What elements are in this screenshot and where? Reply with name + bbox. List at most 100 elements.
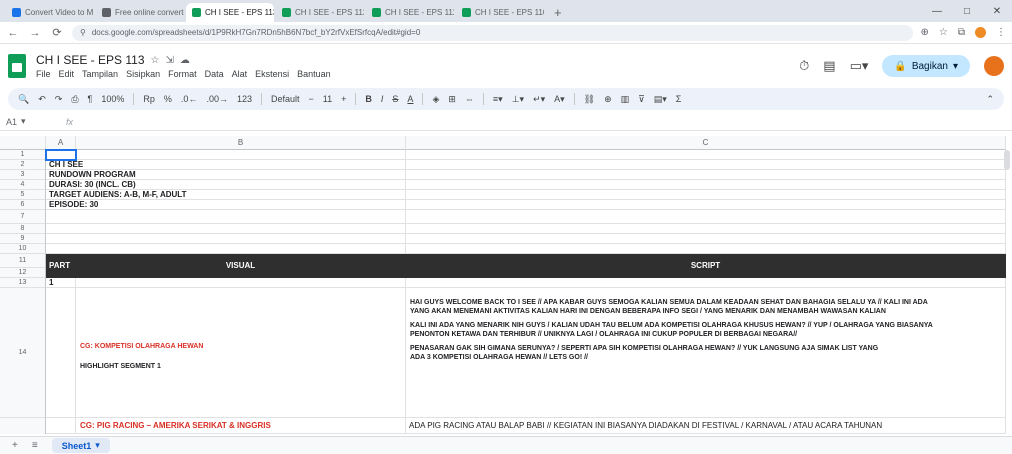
percent-button[interactable]: % — [164, 94, 172, 104]
header-script[interactable]: SCRIPT — [406, 254, 1006, 278]
text-rotation-icon[interactable]: A▾ — [554, 94, 565, 105]
number-format-button[interactable]: 123 — [237, 94, 252, 104]
vertical-align-icon[interactable]: ⊥▾ — [512, 94, 524, 105]
share-button[interactable]: 🔒 Bagikan ▾ — [882, 55, 970, 77]
cell[interactable] — [406, 278, 1006, 288]
cell[interactable] — [46, 288, 76, 418]
font-size-input[interactable]: 11 — [323, 94, 332, 104]
zoom-select[interactable]: 100% — [101, 94, 124, 104]
cg-next-label[interactable]: CG: PIG RACING – AMERIKA SERIKAT & INGGR… — [76, 418, 406, 434]
font-select[interactable]: Default — [271, 94, 300, 104]
cell[interactable] — [406, 160, 1006, 170]
formula-input[interactable] — [73, 115, 1012, 129]
strikethrough-icon[interactable]: S — [392, 94, 398, 104]
meet-icon[interactable]: ▭▾ — [850, 58, 869, 74]
avatar[interactable] — [984, 56, 1004, 76]
italic-icon[interactable]: I — [381, 94, 384, 104]
browser-tab[interactable]: Free online converter✕ — [96, 3, 184, 22]
text-wrap-icon[interactable]: ↵▾ — [533, 94, 545, 105]
cell[interactable] — [46, 418, 76, 434]
browser-tab[interactable]: CH I SEE - EPS 110✕ — [456, 3, 544, 22]
doc-title[interactable]: CH I SEE - EPS 113 — [36, 53, 145, 67]
row-number[interactable]: 2 — [0, 160, 46, 170]
undo-icon[interactable]: ↶ — [38, 94, 46, 105]
cell[interactable] — [46, 210, 406, 224]
row-number[interactable]: 1 — [0, 150, 46, 160]
insert-comment-icon[interactable]: ⊕ — [604, 94, 612, 105]
row-number[interactable]: 10 — [0, 244, 46, 254]
row-number[interactable]: 3 — [0, 170, 46, 180]
cell-part-number[interactable]: 1 — [46, 278, 76, 288]
move-folder-icon[interactable]: ⇲ — [165, 55, 173, 66]
url-field[interactable]: ⚲ docs.google.com/spreadsheets/d/1P9RkH7… — [72, 24, 913, 41]
text-color-icon[interactable]: A — [407, 94, 413, 104]
row-number[interactable]: 14 — [0, 288, 46, 418]
browser-tab[interactable]: CH I SEE - EPS 112✕ — [276, 3, 364, 22]
forward-icon[interactable]: → — [28, 27, 42, 39]
close-window-icon[interactable]: ✕ — [982, 6, 1012, 17]
row-number[interactable]: 7 — [0, 210, 46, 224]
all-sheets-button[interactable]: ≡ — [32, 440, 38, 451]
redo-icon[interactable]: ↷ — [55, 94, 63, 105]
column-header-c[interactable]: C — [406, 136, 1006, 150]
extensions-icon[interactable]: ⧉ — [958, 27, 965, 38]
cell[interactable] — [406, 170, 1006, 180]
row-number[interactable]: 11 — [0, 254, 46, 268]
cell[interactable] — [406, 224, 1006, 234]
comments-icon[interactable]: ▤ — [823, 58, 835, 74]
row-number[interactable]: 6 — [0, 200, 46, 210]
font-size-decrease-icon[interactable]: − — [309, 94, 314, 104]
cell[interactable] — [46, 224, 406, 234]
browser-tab[interactable]: CH I SEE - EPS 111✕ — [366, 3, 454, 22]
profile-icon[interactable] — [975, 27, 986, 38]
collapse-toolbar-icon[interactable]: ⌃ — [986, 94, 994, 105]
bookmark-star-icon[interactable]: ☆ — [939, 27, 948, 38]
browser-tab[interactable]: Convert Video to MP3✕ — [6, 3, 94, 22]
row-number[interactable]: 12 — [0, 268, 46, 278]
search-menus-icon[interactable]: 🔍 — [18, 94, 29, 105]
font-size-increase-icon[interactable]: + — [341, 94, 346, 104]
menu-item[interactable]: Bantuan — [297, 69, 331, 79]
header-part[interactable]: PART — [46, 254, 76, 278]
cell[interactable] — [406, 210, 1006, 224]
browser-tab[interactable]: CH I SEE - EPS 113✕ — [186, 3, 274, 22]
cell[interactable] — [46, 244, 406, 254]
currency-button[interactable]: Rp — [143, 94, 155, 104]
menu-item[interactable]: Format — [168, 69, 197, 79]
cell-rundown[interactable]: RUNDOWN PROGRAM — [46, 170, 406, 180]
cell[interactable] — [406, 190, 1006, 200]
cell-durasi[interactable]: DURASI: 30 (INCL. CB) — [46, 180, 406, 190]
back-icon[interactable]: ← — [6, 27, 20, 39]
bold-icon[interactable]: B — [365, 94, 372, 104]
maximize-icon[interactable]: □ — [952, 6, 982, 17]
menu-item[interactable]: Edit — [59, 69, 75, 79]
insert-link-icon[interactable]: ⛓ — [584, 94, 595, 105]
browser-menu-icon[interactable]: ⋮ — [996, 27, 1006, 38]
cell[interactable] — [46, 234, 406, 244]
filter-views-icon[interactable]: ▤▾ — [654, 94, 667, 105]
star-icon[interactable]: ☆ — [151, 55, 160, 66]
header-visual[interactable]: VISUAL — [76, 254, 406, 278]
row-number[interactable] — [0, 418, 46, 434]
cell[interactable] — [406, 234, 1006, 244]
zoom-icon[interactable]: ⊕ — [921, 27, 929, 38]
filter-icon[interactable]: ⊽ — [638, 94, 645, 105]
cell-script-next[interactable]: ADA PIG RACING ATAU BALAP BABI // KEGIAT… — [406, 418, 1006, 434]
sheet-tab[interactable]: Sheet1 ▾ — [51, 438, 110, 453]
add-sheet-button[interactable]: + — [12, 440, 18, 451]
menu-item[interactable]: Data — [205, 69, 224, 79]
vertical-scrollbar[interactable] — [1004, 150, 1010, 170]
cell-a1[interactable] — [46, 150, 406, 160]
cell[interactable] — [406, 180, 1006, 190]
increase-decimal-icon[interactable]: .00→ — [206, 94, 228, 104]
row-number[interactable]: 13 — [0, 278, 46, 288]
sheets-logo-icon[interactable] — [8, 54, 26, 78]
row-number[interactable]: 5 — [0, 190, 46, 200]
row-number[interactable]: 8 — [0, 224, 46, 234]
minimize-icon[interactable]: — — [922, 6, 952, 17]
menu-item[interactable]: Ekstensi — [255, 69, 289, 79]
cell-c1[interactable] — [406, 150, 1006, 160]
column-header-b[interactable]: B — [76, 136, 406, 150]
column-header-a[interactable]: A — [46, 136, 76, 150]
cell[interactable] — [76, 278, 406, 288]
